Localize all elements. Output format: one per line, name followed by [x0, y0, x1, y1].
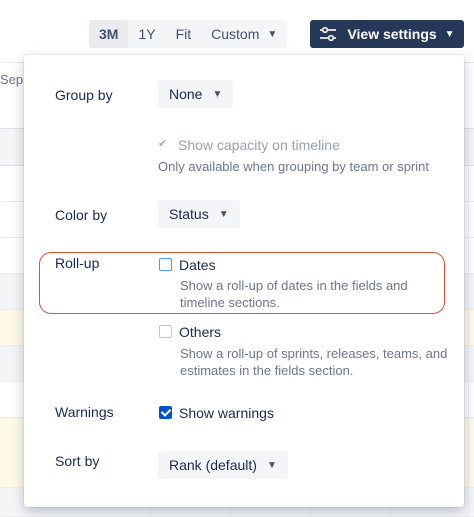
range-3m-button[interactable]: 3M	[89, 20, 129, 48]
dates-option-label[interactable]: Dates	[179, 257, 216, 273]
show-warnings-checkbox[interactable]	[159, 406, 172, 419]
sliders-icon	[320, 27, 337, 41]
range-1y-button[interactable]: 1Y	[128, 20, 165, 48]
group-by-label: Group by	[55, 87, 113, 103]
chevron-down-icon: ▼	[266, 459, 277, 471]
color-by-label: Color by	[55, 207, 108, 223]
others-help-line-2: estimates in the fields section.	[180, 363, 354, 378]
dates-help-line-2: timeline sections.	[180, 295, 280, 310]
others-checkbox[interactable]	[159, 325, 172, 338]
capacity-option-label: Show capacity on timeline	[178, 137, 340, 153]
chevron-down-icon: ▼	[212, 88, 223, 100]
chevron-down-icon: ▼	[218, 208, 229, 220]
range-fit-button[interactable]: Fit	[166, 20, 202, 48]
show-warnings-option-label[interactable]: Show warnings	[179, 405, 274, 421]
view-settings-label: View settings	[347, 26, 437, 42]
timeline-column-divider	[468, 128, 469, 517]
warnings-label: Warnings	[55, 404, 114, 420]
sort-by-dropdown[interactable]: Rank (default) ▼	[158, 451, 288, 479]
color-by-dropdown[interactable]: Status ▼	[158, 200, 240, 228]
check-icon: ✔	[158, 138, 168, 150]
view-settings-popup: Group by None ▼ ✔ Show capacity on timel…	[24, 55, 464, 507]
rollup-label: Roll-up	[55, 255, 100, 271]
sort-by-label: Sort by	[55, 453, 100, 469]
others-help-line-1: Show a roll-up of sprints, releases, tea…	[180, 346, 448, 361]
dates-help-line-1: Show a roll-up of dates in the fields an…	[180, 278, 408, 293]
group-by-value: None	[169, 86, 203, 102]
timeline-month-label: Sep	[0, 72, 24, 87]
timeline-range-selector: 3M 1Y Fit Custom ▼	[89, 20, 288, 48]
range-custom-button[interactable]: Custom ▼	[201, 20, 287, 48]
range-custom-label: Custom	[211, 26, 260, 42]
group-by-dropdown[interactable]: None ▼	[158, 80, 234, 108]
view-settings-button[interactable]: View settings ▼	[310, 20, 464, 48]
chevron-down-icon: ▼	[444, 28, 455, 40]
chevron-down-icon: ▼	[267, 28, 278, 40]
dates-checkbox[interactable]	[159, 258, 172, 271]
capacity-help-text: Only available when grouping by team or …	[158, 159, 429, 174]
others-option-label[interactable]: Others	[179, 324, 221, 340]
sort-by-value: Rank (default)	[169, 457, 257, 473]
color-by-value: Status	[169, 206, 209, 222]
